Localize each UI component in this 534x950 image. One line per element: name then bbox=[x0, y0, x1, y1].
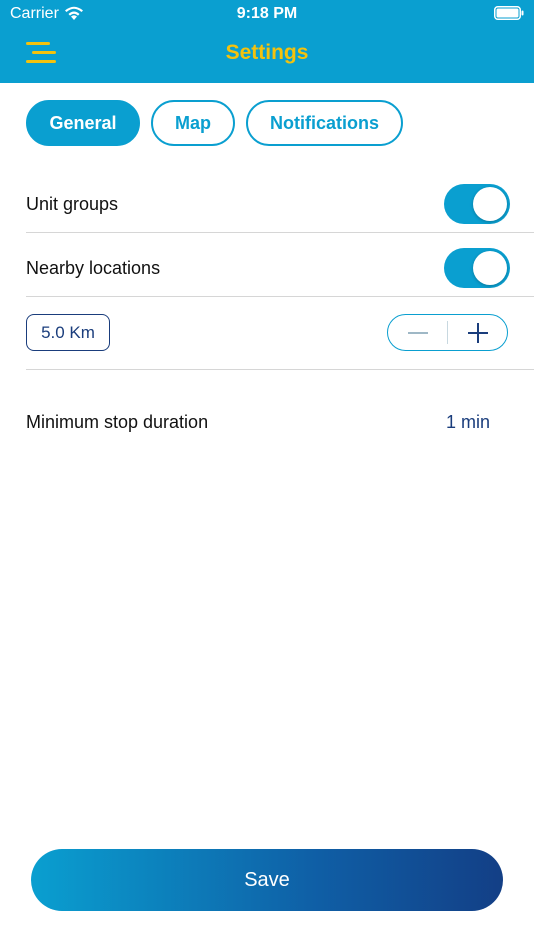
increment-button[interactable] bbox=[448, 315, 507, 350]
distance-value-badge: 5.0 Km bbox=[26, 314, 110, 351]
status-time: 9:18 PM bbox=[236, 5, 298, 22]
app-header: Carrier 9:18 PM Settings bbox=[0, 0, 534, 83]
battery-icon bbox=[494, 6, 524, 20]
minus-icon bbox=[407, 331, 428, 334]
save-button[interactable]: Save bbox=[31, 849, 503, 911]
nearby-locations-toggle[interactable] bbox=[444, 248, 510, 288]
distance-stepper bbox=[387, 314, 508, 351]
divider bbox=[26, 296, 534, 297]
divider bbox=[26, 369, 534, 370]
plus-icon bbox=[467, 322, 488, 343]
tab-notifications[interactable]: Notifications bbox=[246, 100, 403, 146]
toggle-knob bbox=[473, 187, 507, 221]
decrement-button[interactable] bbox=[388, 315, 447, 350]
page-title: Settings bbox=[225, 41, 309, 64]
tab-general[interactable]: General bbox=[26, 100, 140, 146]
nearby-locations-label: Nearby locations bbox=[26, 258, 161, 278]
tab-map[interactable]: Map bbox=[151, 100, 235, 146]
minimum-stop-duration-value[interactable]: 1 min bbox=[446, 412, 490, 433]
status-bar: Carrier 9:18 PM bbox=[0, 0, 534, 28]
unit-groups-label: Unit groups bbox=[26, 194, 119, 214]
settings-tabs: General Map Notifications bbox=[26, 100, 403, 146]
minimum-stop-duration-label: Minimum stop duration bbox=[26, 412, 209, 432]
unit-groups-toggle[interactable] bbox=[444, 184, 510, 224]
divider bbox=[26, 232, 534, 233]
toggle-knob bbox=[473, 251, 507, 285]
